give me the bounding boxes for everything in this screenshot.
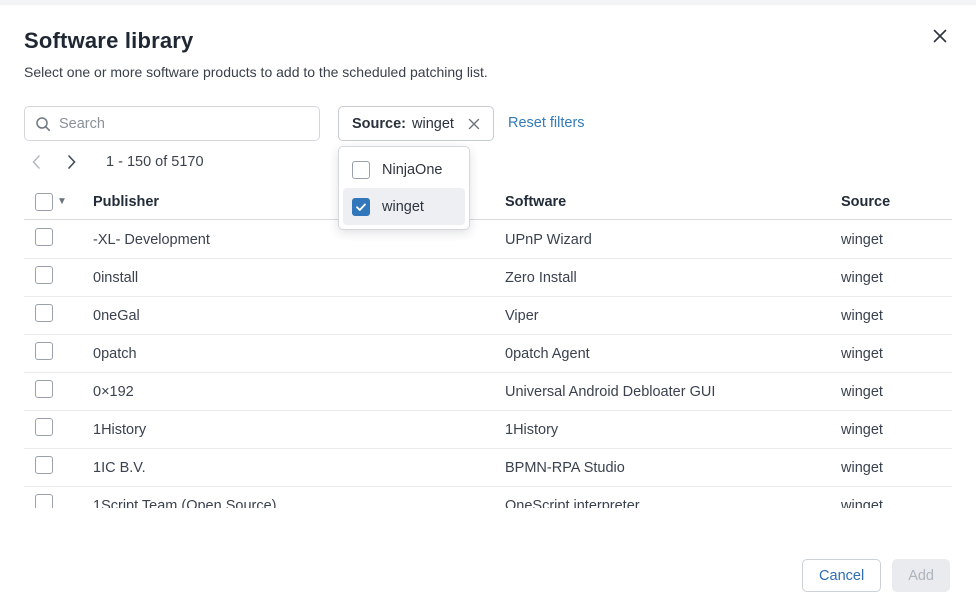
pagination: 1 - 150 of 5170 xyxy=(24,148,204,176)
close-button[interactable] xyxy=(930,26,950,46)
add-button[interactable]: Add xyxy=(892,559,950,592)
table-header-row: ▼ Publisher Software Source xyxy=(24,185,952,220)
chevron-down-icon[interactable]: ▼ xyxy=(57,197,67,207)
cell-software: UPnP Wizard xyxy=(505,232,841,248)
modal-footer: Cancel Add xyxy=(802,559,950,592)
cancel-button[interactable]: Cancel xyxy=(802,559,881,592)
cell-source: winget xyxy=(841,498,952,509)
cell-source: winget xyxy=(841,270,952,286)
search-icon xyxy=(35,116,51,132)
table-row[interactable]: -XL- Development UPnP Wizard winget xyxy=(24,221,952,259)
cell-publisher: 0neGal xyxy=(93,308,505,324)
cell-source: winget xyxy=(841,384,952,400)
table-row[interactable]: 0neGal Viper winget xyxy=(24,297,952,335)
reset-filters-link[interactable]: Reset filters xyxy=(508,106,585,141)
chevron-right-icon xyxy=(67,154,77,170)
row-checkbox[interactable] xyxy=(35,266,53,284)
row-checkbox[interactable] xyxy=(35,456,53,474)
dropdown-option-ninjaone[interactable]: NinjaOne xyxy=(343,151,465,188)
cell-publisher: -XL- Development xyxy=(93,232,505,248)
search-input[interactable]: Search xyxy=(24,106,320,141)
row-checkbox[interactable] xyxy=(35,304,53,322)
chevron-left-icon xyxy=(31,154,41,170)
window-top-edge xyxy=(0,0,976,5)
dropdown-option-label: NinjaOne xyxy=(382,162,442,178)
table-row[interactable]: 0install Zero Install winget xyxy=(24,259,952,297)
cell-software: 0patch Agent xyxy=(505,346,841,362)
dropdown-option-label: winget xyxy=(382,199,424,215)
modal-subtitle: Select one or more software products to … xyxy=(24,64,488,80)
checkbox-unchecked[interactable] xyxy=(352,161,370,179)
remove-filter-button[interactable] xyxy=(468,118,480,130)
table-body: -XL- Development UPnP Wizard winget 0ins… xyxy=(24,221,952,508)
table-row[interactable]: 1IC B.V. BPMN-RPA Studio winget xyxy=(24,449,952,487)
close-icon xyxy=(468,118,480,130)
row-checkbox[interactable] xyxy=(35,380,53,398)
column-header-software[interactable]: Software xyxy=(505,194,841,210)
cell-source: winget xyxy=(841,346,952,362)
cell-publisher: 1Script Team (Open Source) xyxy=(93,498,505,509)
cell-source: winget xyxy=(841,308,952,324)
cell-publisher: 0×192 xyxy=(93,384,505,400)
cell-publisher: 1History xyxy=(93,422,505,438)
filter-chip-value: winget xyxy=(412,116,454,132)
table-row[interactable]: 1History 1History winget xyxy=(24,411,952,449)
search-placeholder: Search xyxy=(59,116,105,132)
next-page-button[interactable] xyxy=(64,152,80,172)
row-checkbox[interactable] xyxy=(35,342,53,360)
cell-publisher: 0install xyxy=(93,270,505,286)
table-row[interactable]: 0×192 Universal Android Debloater GUI wi… xyxy=(24,373,952,411)
page-title: Software library xyxy=(24,28,193,54)
pagination-range: 1 - 150 of 5170 xyxy=(106,154,204,170)
cell-publisher: 0patch xyxy=(93,346,505,362)
table-row[interactable]: 1Script Team (Open Source) OneScript int… xyxy=(24,487,952,508)
cell-software: OneScript interpreter xyxy=(505,498,841,509)
dropdown-option-winget[interactable]: winget xyxy=(343,188,465,225)
row-checkbox[interactable] xyxy=(35,228,53,246)
software-library-modal: Software library Select one or more soft… xyxy=(0,0,976,616)
close-icon xyxy=(933,29,947,43)
column-header-source[interactable]: Source xyxy=(841,194,952,210)
cell-software: Universal Android Debloater GUI xyxy=(505,384,841,400)
row-checkbox[interactable] xyxy=(35,418,53,436)
cell-source: winget xyxy=(841,460,952,476)
cell-publisher: 1IC B.V. xyxy=(93,460,505,476)
cell-software: Zero Install xyxy=(505,270,841,286)
table-row[interactable]: 0patch 0patch Agent winget xyxy=(24,335,952,373)
cell-software: BPMN-RPA Studio xyxy=(505,460,841,476)
cell-source: winget xyxy=(841,232,952,248)
row-checkbox[interactable] xyxy=(35,494,53,508)
source-filter-dropdown: NinjaOne winget xyxy=(338,146,470,230)
select-all-checkbox[interactable] xyxy=(35,193,53,211)
filter-chip-label: Source: xyxy=(352,116,406,132)
source-filter-chip[interactable]: Source: winget xyxy=(338,106,494,141)
cell-software: Viper xyxy=(505,308,841,324)
cell-source: winget xyxy=(841,422,952,438)
cell-software: 1History xyxy=(505,422,841,438)
previous-page-button[interactable] xyxy=(28,152,44,172)
checkbox-checked[interactable] xyxy=(352,198,370,216)
